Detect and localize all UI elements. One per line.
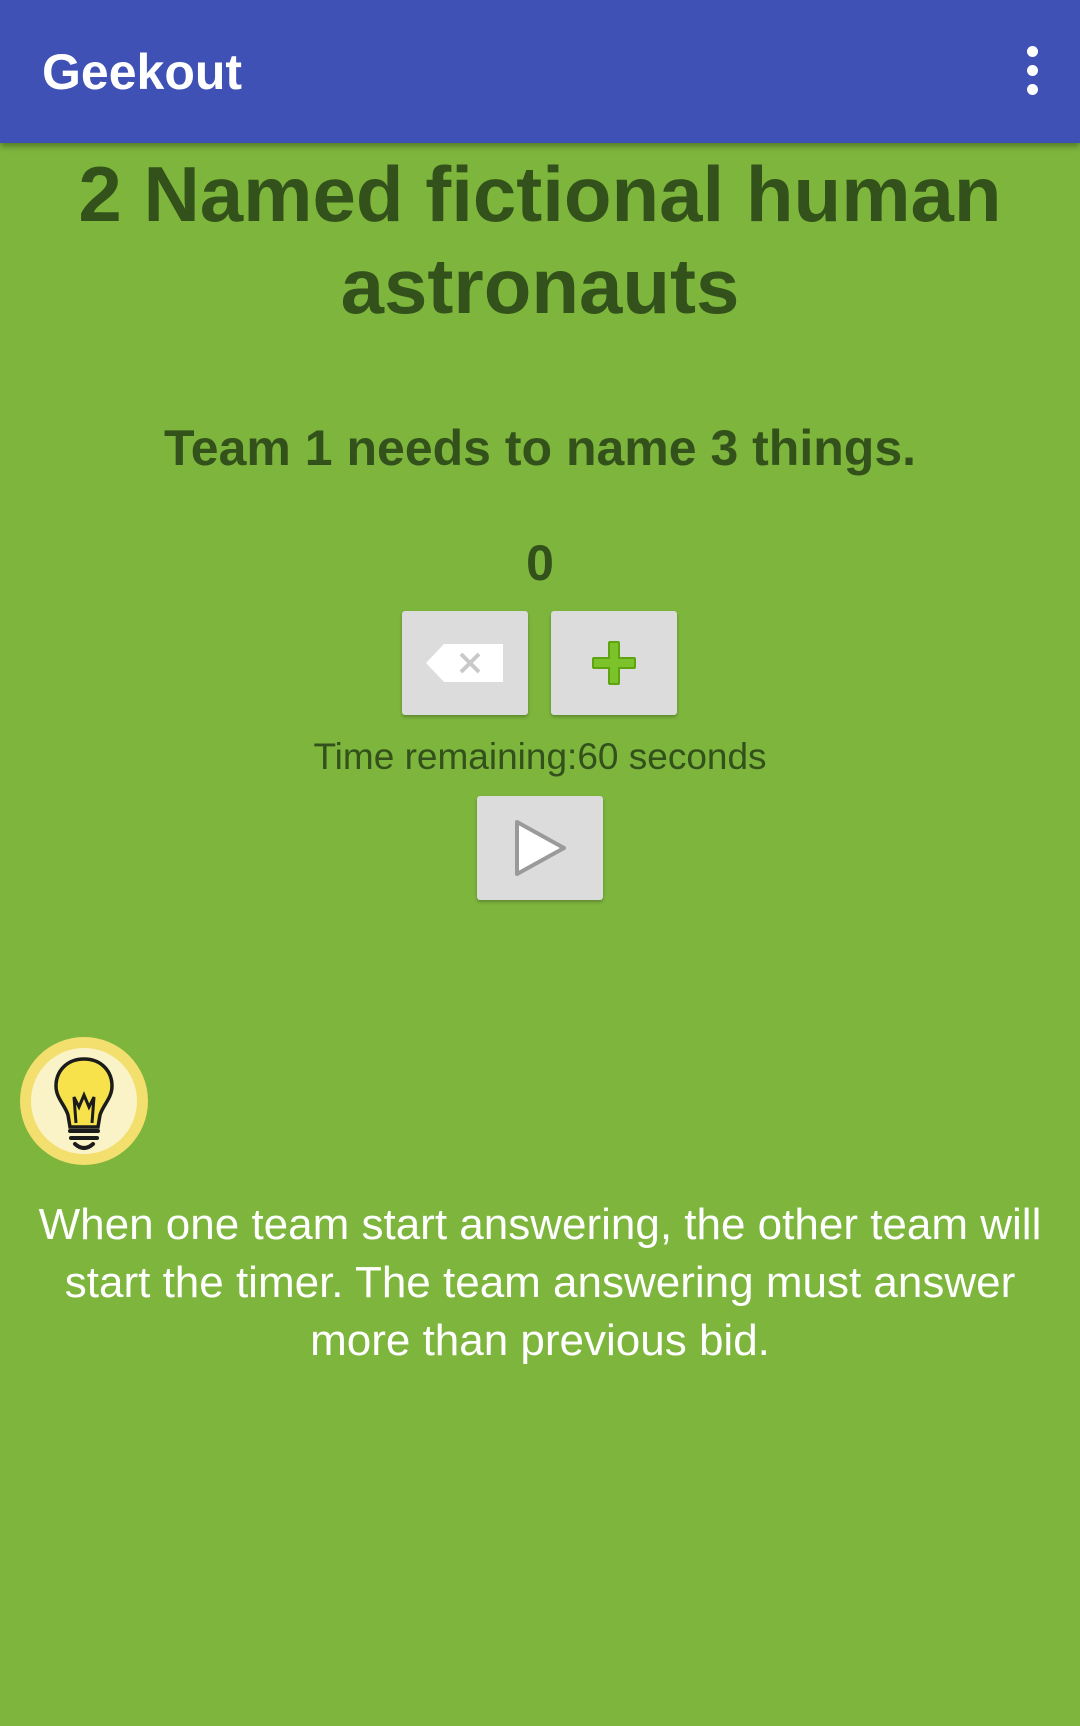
start-timer-button[interactable] — [477, 796, 603, 900]
category-title: 2 Named fictional human astronauts — [78, 150, 1002, 330]
time-remaining-label: Time remaining:60 seconds — [313, 736, 767, 777]
app-bar: Geekout — [0, 0, 1080, 143]
answer-count: 0 — [526, 535, 554, 591]
team-instruction: Team 1 needs to name 3 things. — [163, 420, 917, 476]
decrement-button[interactable] — [402, 611, 528, 715]
increment-button[interactable] — [551, 611, 677, 715]
app-title: Geekout — [42, 44, 243, 100]
play-icon — [515, 820, 566, 876]
lightbulb-icon — [18, 1035, 150, 1167]
more-vert-icon-dot — [1026, 64, 1038, 76]
more-vert-icon — [1026, 45, 1038, 57]
backspace-icon — [426, 644, 503, 682]
plus-icon — [592, 641, 636, 685]
more-vert-icon-dot — [1026, 83, 1038, 95]
more-options-button[interactable] — [1010, 40, 1054, 100]
tip-text: When one team start answering, the other… — [38, 1200, 1042, 1365]
